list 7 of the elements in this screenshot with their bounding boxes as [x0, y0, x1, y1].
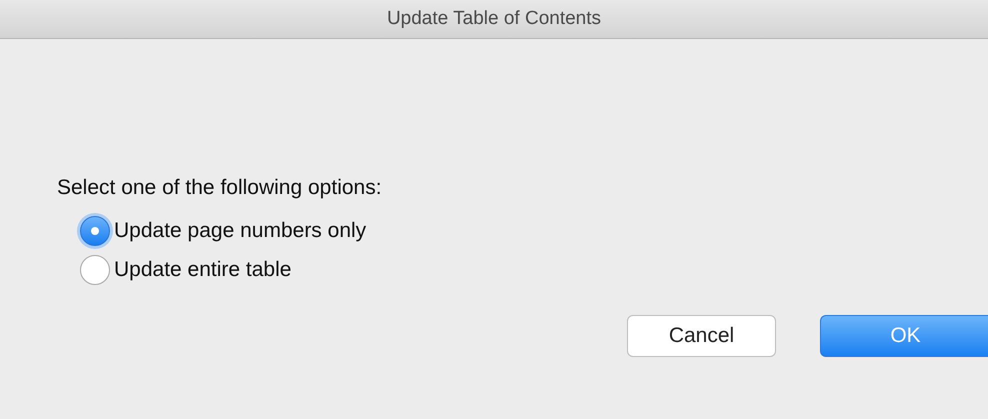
radio-button[interactable] [80, 255, 110, 285]
cancel-button[interactable]: Cancel [627, 315, 776, 357]
radio-button[interactable] [80, 216, 110, 246]
radio-option[interactable]: Update entire table [80, 255, 988, 285]
radio-option[interactable]: Update page numbers only [80, 216, 988, 246]
prompt-text: Select one of the following options: [57, 176, 383, 200]
window-title: Update Table of Contents [386, 8, 602, 30]
